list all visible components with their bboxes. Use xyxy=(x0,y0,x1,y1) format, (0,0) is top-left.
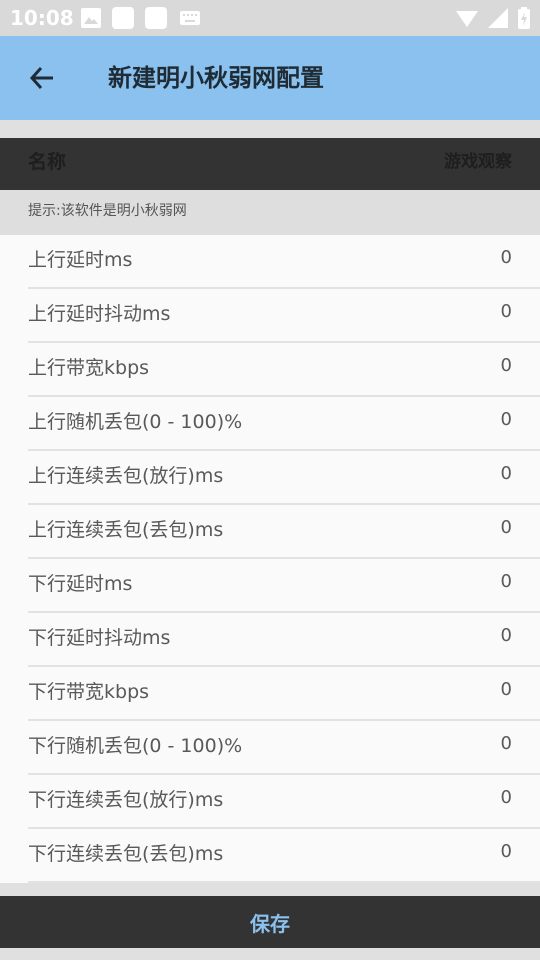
settings-list: 上行延时ms 0 上行延时抖动ms 0 上行带宽kbps 0 上行随机丢包(0 … xyxy=(0,235,540,883)
back-button[interactable] xyxy=(22,58,62,98)
setting-label: 上行带宽kbps xyxy=(28,357,150,379)
signal-icon xyxy=(488,8,508,28)
setting-label: 下行连续丢包(丢包)ms xyxy=(28,843,224,865)
setting-value[interactable]: 0 xyxy=(501,721,512,767)
setting-row[interactable]: 上行带宽kbps 0 xyxy=(28,343,540,397)
setting-label: 下行延时ms xyxy=(28,573,133,595)
app-icon xyxy=(145,7,167,29)
setting-row[interactable]: 上行延时抖动ms 0 xyxy=(28,289,540,343)
setting-row[interactable]: 下行连续丢包(丢包)ms 0 xyxy=(28,829,540,883)
setting-value[interactable]: 0 xyxy=(501,775,512,821)
setting-label: 上行随机丢包(0 - 100)% xyxy=(28,411,243,433)
setting-row[interactable]: 上行随机丢包(0 - 100)% 0 xyxy=(28,397,540,451)
status-bar: 10:08 xyxy=(0,0,540,36)
setting-value[interactable]: 0 xyxy=(501,667,512,713)
hint-row: 提示:该软件是明小秋弱网 xyxy=(0,190,540,235)
setting-value[interactable]: 0 xyxy=(501,451,512,497)
setting-label: 下行连续丢包(放行)ms xyxy=(28,789,224,811)
setting-label: 上行延时抖动ms xyxy=(28,303,171,325)
setting-value[interactable]: 0 xyxy=(501,829,512,875)
header-name: 名称 xyxy=(28,151,67,173)
setting-row[interactable]: 下行延时ms 0 xyxy=(28,559,540,613)
app-icon xyxy=(112,7,134,29)
arrow-left-icon xyxy=(29,66,53,90)
setting-value[interactable]: 0 xyxy=(501,235,512,281)
setting-label: 上行连续丢包(丢包)ms xyxy=(28,519,224,541)
app-bar: 新建明小秋弱网配置 xyxy=(0,36,540,120)
header-game-watch[interactable]: 游戏观察 xyxy=(444,138,512,186)
setting-row[interactable]: 上行延时ms 0 xyxy=(28,235,540,289)
setting-value[interactable]: 0 xyxy=(501,397,512,443)
setting-value[interactable]: 0 xyxy=(501,505,512,551)
save-button[interactable]: 保存 xyxy=(0,896,540,948)
setting-label: 下行延时抖动ms xyxy=(28,627,171,649)
save-label: 保存 xyxy=(250,911,290,936)
hint-text: 提示:该软件是明小秋弱网 xyxy=(28,203,187,219)
page-title: 新建明小秋弱网配置 xyxy=(108,64,324,92)
setting-label: 上行连续丢包(放行)ms xyxy=(28,465,224,487)
status-time: 10:08 xyxy=(10,6,74,30)
setting-row[interactable]: 下行连续丢包(放行)ms 0 xyxy=(28,775,540,829)
battery-icon xyxy=(518,7,530,29)
setting-label: 下行带宽kbps xyxy=(28,681,150,703)
setting-label: 下行随机丢包(0 - 100)% xyxy=(28,735,243,757)
keyboard-icon xyxy=(180,11,200,25)
setting-value[interactable]: 0 xyxy=(501,613,512,659)
setting-row[interactable]: 上行连续丢包(放行)ms 0 xyxy=(28,451,540,505)
setting-value[interactable]: 0 xyxy=(501,343,512,389)
setting-label: 上行延时ms xyxy=(28,249,133,271)
setting-value[interactable]: 0 xyxy=(501,559,512,605)
setting-value[interactable]: 0 xyxy=(501,289,512,335)
setting-row[interactable]: 下行带宽kbps 0 xyxy=(28,667,540,721)
image-icon xyxy=(81,8,101,28)
setting-row[interactable]: 下行随机丢包(0 - 100)% 0 xyxy=(28,721,540,775)
wifi-icon xyxy=(456,11,478,27)
setting-row[interactable]: 上行连续丢包(丢包)ms 0 xyxy=(28,505,540,559)
setting-row[interactable]: 下行延时抖动ms 0 xyxy=(28,613,540,667)
table-header: 名称 游戏观察 xyxy=(0,138,540,190)
